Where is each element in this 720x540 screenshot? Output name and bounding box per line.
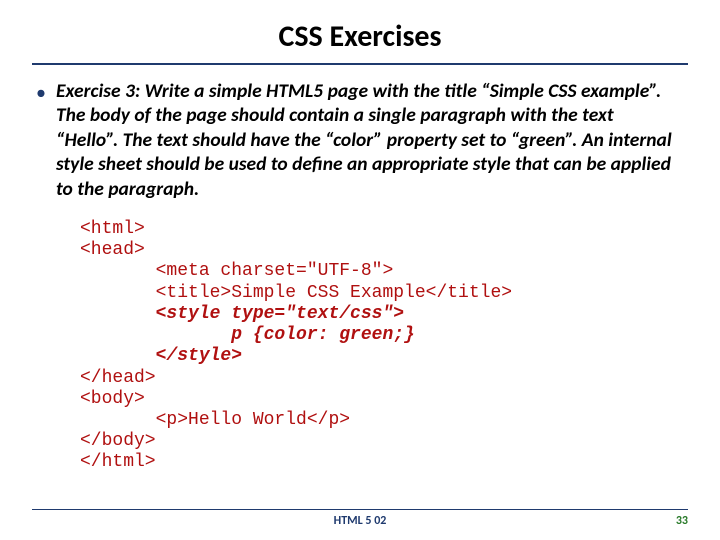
code-line: </html>	[80, 452, 688, 473]
code-line: <head>	[80, 240, 688, 261]
page-number: 33	[469, 514, 688, 528]
code-line: </body>	[80, 431, 688, 452]
bullet-item: • Exercise 3: Write a simple HTML5 page …	[32, 79, 688, 201]
footer-center: HTML 5 02	[251, 514, 470, 528]
code-line: <html>	[80, 219, 688, 240]
code-line: </head>	[80, 368, 688, 389]
code-line: </style>	[80, 346, 688, 367]
exercise-text: Exercise 3: Write a simple HTML5 page wi…	[56, 79, 684, 201]
code-line: <p>Hello World</p>	[80, 410, 688, 431]
slide-footer: HTML 5 02 33	[0, 509, 720, 528]
title-divider	[32, 63, 688, 65]
footer-divider	[32, 509, 688, 510]
code-line: <meta charset="UTF-8">	[80, 261, 688, 282]
bullet-icon: •	[36, 79, 46, 105]
code-line: <body>	[80, 389, 688, 410]
code-block: <html> <head> <meta charset="UTF-8"> <ti…	[80, 219, 688, 474]
code-line: p {color: green;}	[80, 325, 688, 346]
code-line: <title>Simple CSS Example</title>	[80, 283, 688, 304]
footer-row: HTML 5 02 33	[32, 514, 688, 528]
code-line: <style type="text/css">	[80, 304, 688, 325]
slide: CSS Exercises • Exercise 3: Write a simp…	[0, 0, 720, 540]
slide-title: CSS Exercises	[32, 18, 688, 63]
